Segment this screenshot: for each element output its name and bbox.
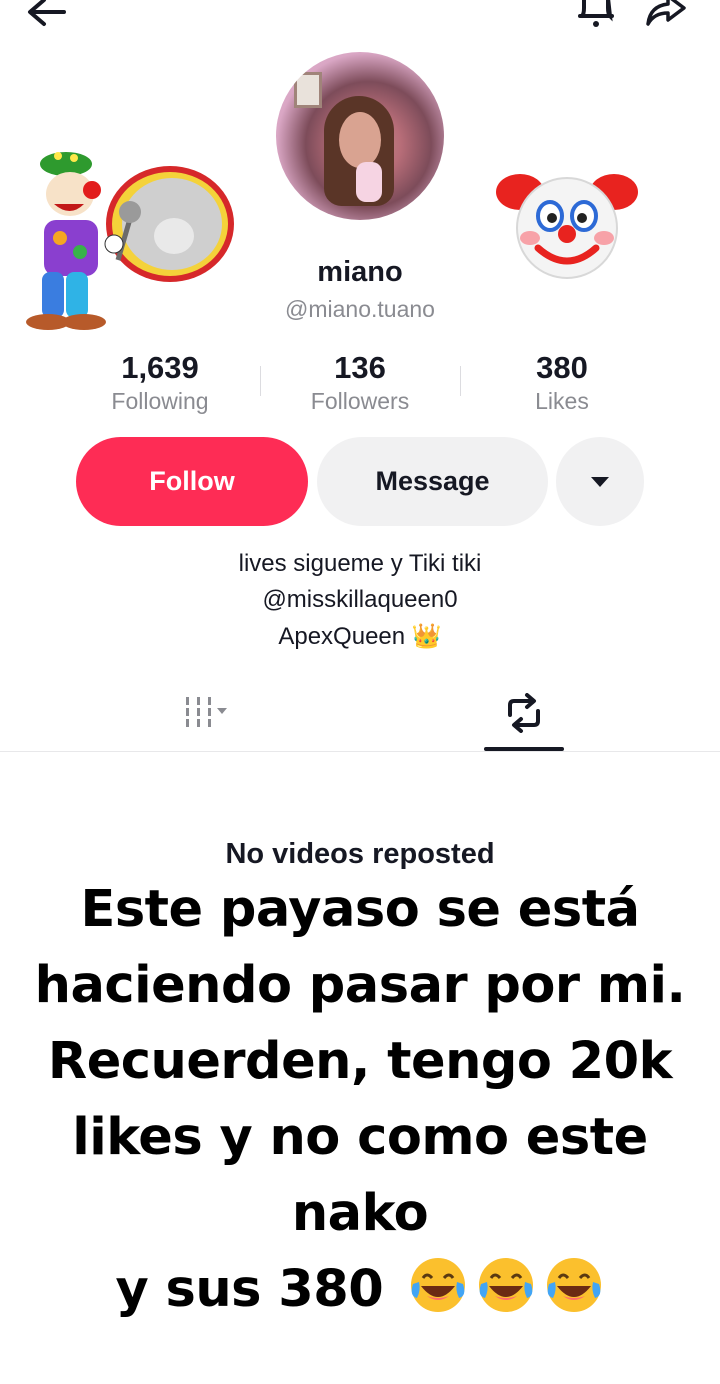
bio-line: lives sigueme y Tiki tiki <box>238 550 482 577</box>
laughing-crying-emoji-icon <box>410 1258 465 1312</box>
tab-reposts[interactable] <box>484 690 564 736</box>
follow-button[interactable]: Follow <box>76 437 308 526</box>
profile-avatar[interactable] <box>276 52 444 220</box>
likes-count: 380 <box>536 350 588 385</box>
following-count: 1,639 <box>121 350 199 385</box>
share-arrow-icon[interactable] <box>642 0 690 34</box>
back-arrow-icon[interactable] <box>22 0 70 34</box>
caption-line: Recuerden, tengo 20k <box>47 1032 673 1091</box>
stat-following[interactable]: 1,639 Following <box>60 350 260 415</box>
laughing-crying-emoji-icon <box>478 1258 533 1312</box>
caption-line: likes y no como este nako <box>72 1108 648 1243</box>
bio-line: ApexQueen 👑 <box>278 623 442 650</box>
caption-line: Este payaso se está <box>80 880 640 939</box>
stat-followers[interactable]: 136 Followers <box>260 350 460 415</box>
empty-state-message: No videos reposted <box>225 838 495 870</box>
message-button[interactable]: Message <box>317 437 548 526</box>
videos-grid-icon <box>186 697 227 727</box>
laughing-crying-emoji-icon <box>546 1258 601 1312</box>
caption-line: y sus 380 <box>115 1260 384 1319</box>
following-label: Following <box>111 388 209 414</box>
stat-likes[interactable]: 380 Likes <box>462 350 662 415</box>
profile-name: miano <box>317 256 403 288</box>
profile-handle: @miano.tuano <box>285 296 435 322</box>
bio-mention-link[interactable]: @misskillaqueen0 <box>0 586 720 614</box>
tab-videos[interactable] <box>165 690 245 736</box>
caption-line: haciendo pasar por mi. <box>34 956 686 1015</box>
suggested-accounts-button[interactable] <box>556 437 644 526</box>
notification-bell-icon[interactable] <box>572 0 620 34</box>
caret-down-icon <box>591 476 609 487</box>
likes-label: Likes <box>535 388 589 414</box>
repost-icon <box>508 693 540 733</box>
followers-count: 136 <box>334 350 386 385</box>
followers-label: Followers <box>310 388 410 414</box>
tab-divider <box>0 751 720 752</box>
overlay-caption: Este payaso se está haciendo pasar por m… <box>20 872 700 1328</box>
stat-divider <box>460 366 461 396</box>
